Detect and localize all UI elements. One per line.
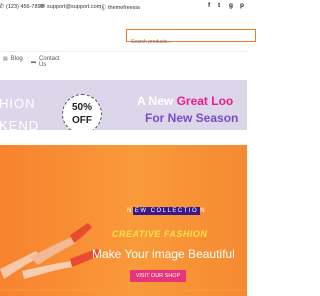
promo-left-line1: HION bbox=[0, 96, 36, 111]
email-address: support@support.com bbox=[47, 3, 102, 10]
pinterest-icon[interactable]: p bbox=[240, 2, 244, 9]
top-bar: ✆ (123) 456-7890 ✉ support@support.com Ⓢ… bbox=[0, 0, 247, 14]
contact-icon: ▬ bbox=[31, 59, 36, 65]
mail-icon: ✉ bbox=[40, 4, 46, 10]
promo-left-line2: KEND bbox=[0, 118, 40, 130]
hero-banner bbox=[0, 145, 247, 296]
email-contact[interactable]: ✉ support@support.com bbox=[40, 3, 102, 11]
hero-headline: Make Your image Beautiful bbox=[92, 247, 235, 261]
discount-badge: 50% OFF bbox=[62, 94, 102, 130]
phone-number: (123) 456-7890 bbox=[6, 3, 44, 10]
twitter-icon[interactable]: t bbox=[218, 2, 220, 9]
promo-subheadline: For New Season bbox=[145, 111, 239, 125]
creative-fashion-title: CREATIVE FASHION bbox=[112, 229, 208, 239]
new-collection-tag: N EW COLLECTIO N bbox=[127, 207, 207, 215]
google-icon[interactable]: g bbox=[229, 2, 233, 9]
skype-name: themefreesia bbox=[108, 4, 140, 11]
discount-percent: 50% bbox=[71, 102, 92, 113]
new-collection-prefix: N bbox=[127, 208, 133, 214]
search-input[interactable] bbox=[127, 36, 259, 48]
skype-contact[interactable]: Ⓢ themefreesia bbox=[100, 3, 140, 13]
fashion-legs-illustration bbox=[0, 223, 246, 291]
promo-headline-highlight: Great Loo bbox=[176, 94, 234, 108]
nav-item-blog[interactable]: ▤ Blog bbox=[3, 56, 23, 62]
promo-headline-prefix: A New bbox=[137, 94, 177, 108]
new-collection-suffix: N bbox=[200, 208, 207, 214]
promo-headline: A New Great Loo bbox=[137, 94, 233, 108]
search-box bbox=[126, 29, 259, 48]
header-divider bbox=[0, 51, 247, 52]
nav-item-contact[interactable]: ▬ Contact Us bbox=[31, 56, 60, 68]
phone-contact[interactable]: ✆ (123) 456-7890 bbox=[0, 3, 44, 11]
section-gap bbox=[0, 130, 247, 144]
phone-icon: ✆ bbox=[0, 4, 5, 10]
facebook-icon[interactable]: f bbox=[208, 2, 210, 9]
skype-icon: Ⓢ bbox=[100, 6, 107, 12]
blog-icon: ▤ bbox=[3, 56, 8, 62]
visit-shop-button[interactable]: VISIT OUR SHOP bbox=[130, 270, 186, 282]
nav-label-blog: Blog bbox=[10, 56, 23, 62]
new-collection-box: EW COLLECTIO bbox=[132, 207, 201, 215]
nav-label-contact: Contact Us bbox=[39, 56, 60, 68]
discount-off: OFF bbox=[72, 115, 92, 126]
